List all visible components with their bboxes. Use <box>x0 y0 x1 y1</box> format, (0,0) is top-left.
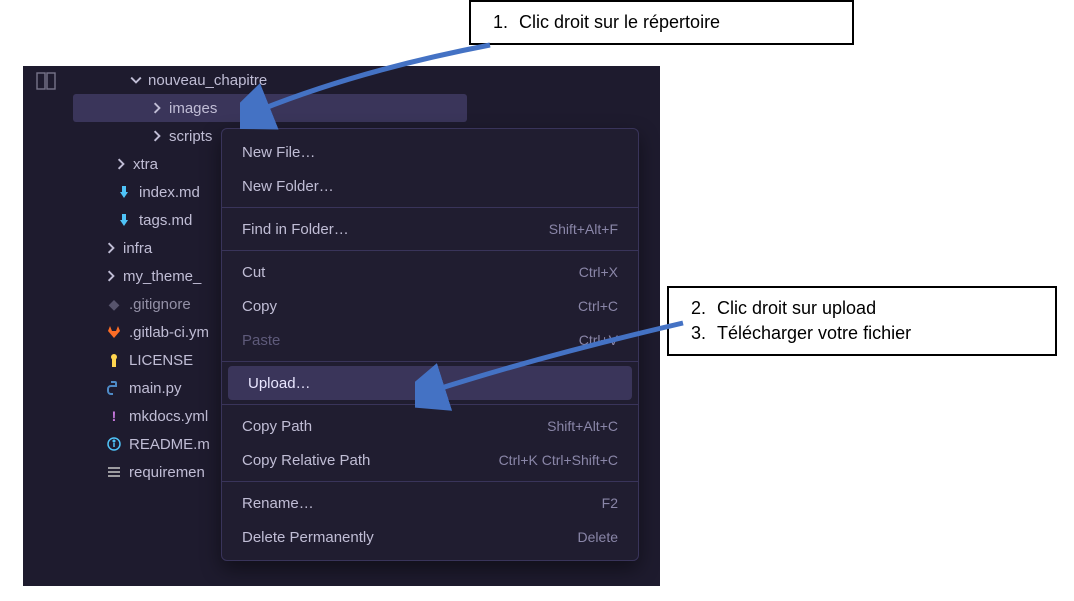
annotation-step-3: Télécharger votre fichier <box>711 321 1033 346</box>
menu-item-copy-relative-path[interactable]: Copy Relative Path Ctrl+K Ctrl+Shift+C <box>222 443 638 477</box>
menu-item-copy-path[interactable]: Copy Path Shift+Alt+C <box>222 409 638 443</box>
chevron-right-icon <box>103 268 119 284</box>
info-icon <box>103 437 125 451</box>
menu-shortcut: F2 <box>602 495 618 511</box>
menu-shortcut: Ctrl+V <box>579 332 618 348</box>
menu-item-paste: Paste Ctrl+V <box>222 323 638 357</box>
menu-item-find-in-folder[interactable]: Find in Folder… Shift+Alt+F <box>222 212 638 246</box>
python-icon <box>103 381 125 395</box>
menu-label: New File… <box>242 144 315 161</box>
menu-label: Find in Folder… <box>242 221 349 238</box>
editor-panel: nouveau_chapitre images scripts xtra ind <box>23 66 660 586</box>
menu-shortcut: Shift+Alt+F <box>549 221 618 237</box>
menu-label: Cut <box>242 264 265 281</box>
menu-shortcut: Ctrl+C <box>578 298 618 314</box>
menu-item-cut[interactable]: Cut Ctrl+X <box>222 255 638 289</box>
menu-separator <box>222 207 638 208</box>
chevron-right-icon <box>103 240 119 256</box>
menu-label: Copy Path <box>242 418 312 435</box>
menu-label: Rename… <box>242 495 314 512</box>
license-icon <box>103 353 125 367</box>
annotation-box-2: Clic droit sur upload Télécharger votre … <box>667 286 1057 356</box>
menu-label: Delete Permanently <box>242 529 374 546</box>
menu-item-copy[interactable]: Copy Ctrl+C <box>222 289 638 323</box>
folder-label: nouveau_chapitre <box>148 72 650 89</box>
menu-label: Paste <box>242 332 280 349</box>
menu-shortcut: Shift+Alt+C <box>547 418 618 434</box>
markdown-icon <box>113 213 135 227</box>
menu-separator <box>222 250 638 251</box>
menu-item-new-folder[interactable]: New Folder… <box>222 169 638 203</box>
markdown-icon <box>113 185 135 199</box>
activity-bar <box>23 66 69 586</box>
menu-shortcut: Delete <box>578 529 618 545</box>
tree-folder-nouveau-chapitre[interactable]: nouveau_chapitre <box>73 66 660 94</box>
menu-separator <box>222 481 638 482</box>
chevron-down-icon <box>128 72 144 88</box>
gitlab-icon <box>103 325 125 339</box>
menu-label: Copy <box>242 298 277 315</box>
menu-item-new-file[interactable]: New File… <box>222 135 638 169</box>
git-icon: ◆ <box>103 296 125 313</box>
folder-label: images <box>169 100 457 117</box>
tree-folder-images[interactable]: images <box>73 94 467 122</box>
menu-separator <box>222 361 638 362</box>
list-icon <box>103 466 125 478</box>
menu-label: New Folder… <box>242 178 334 195</box>
menu-label: Copy Relative Path <box>242 452 370 469</box>
annotation-step-1: Clic droit sur le répertoire <box>513 10 830 35</box>
menu-shortcut: Ctrl+K Ctrl+Shift+C <box>499 452 618 468</box>
menu-shortcut: Ctrl+X <box>579 264 618 280</box>
chevron-right-icon <box>149 100 165 116</box>
menu-label: Upload… <box>248 375 311 392</box>
chevron-right-icon <box>149 128 165 144</box>
annotation-step-2: Clic droit sur upload <box>711 296 1033 321</box>
annotation-box-1: Clic droit sur le répertoire <box>469 0 854 45</box>
menu-separator <box>222 404 638 405</box>
menu-item-upload[interactable]: Upload… <box>228 366 632 400</box>
context-menu: New File… New Folder… Find in Folder… Sh… <box>221 128 639 561</box>
chevron-right-icon <box>113 156 129 172</box>
menu-item-delete[interactable]: Delete Permanently Delete <box>222 520 638 554</box>
split-editor-icon[interactable] <box>23 66 69 96</box>
yaml-icon: ! <box>103 408 125 424</box>
menu-item-rename[interactable]: Rename… F2 <box>222 486 638 520</box>
